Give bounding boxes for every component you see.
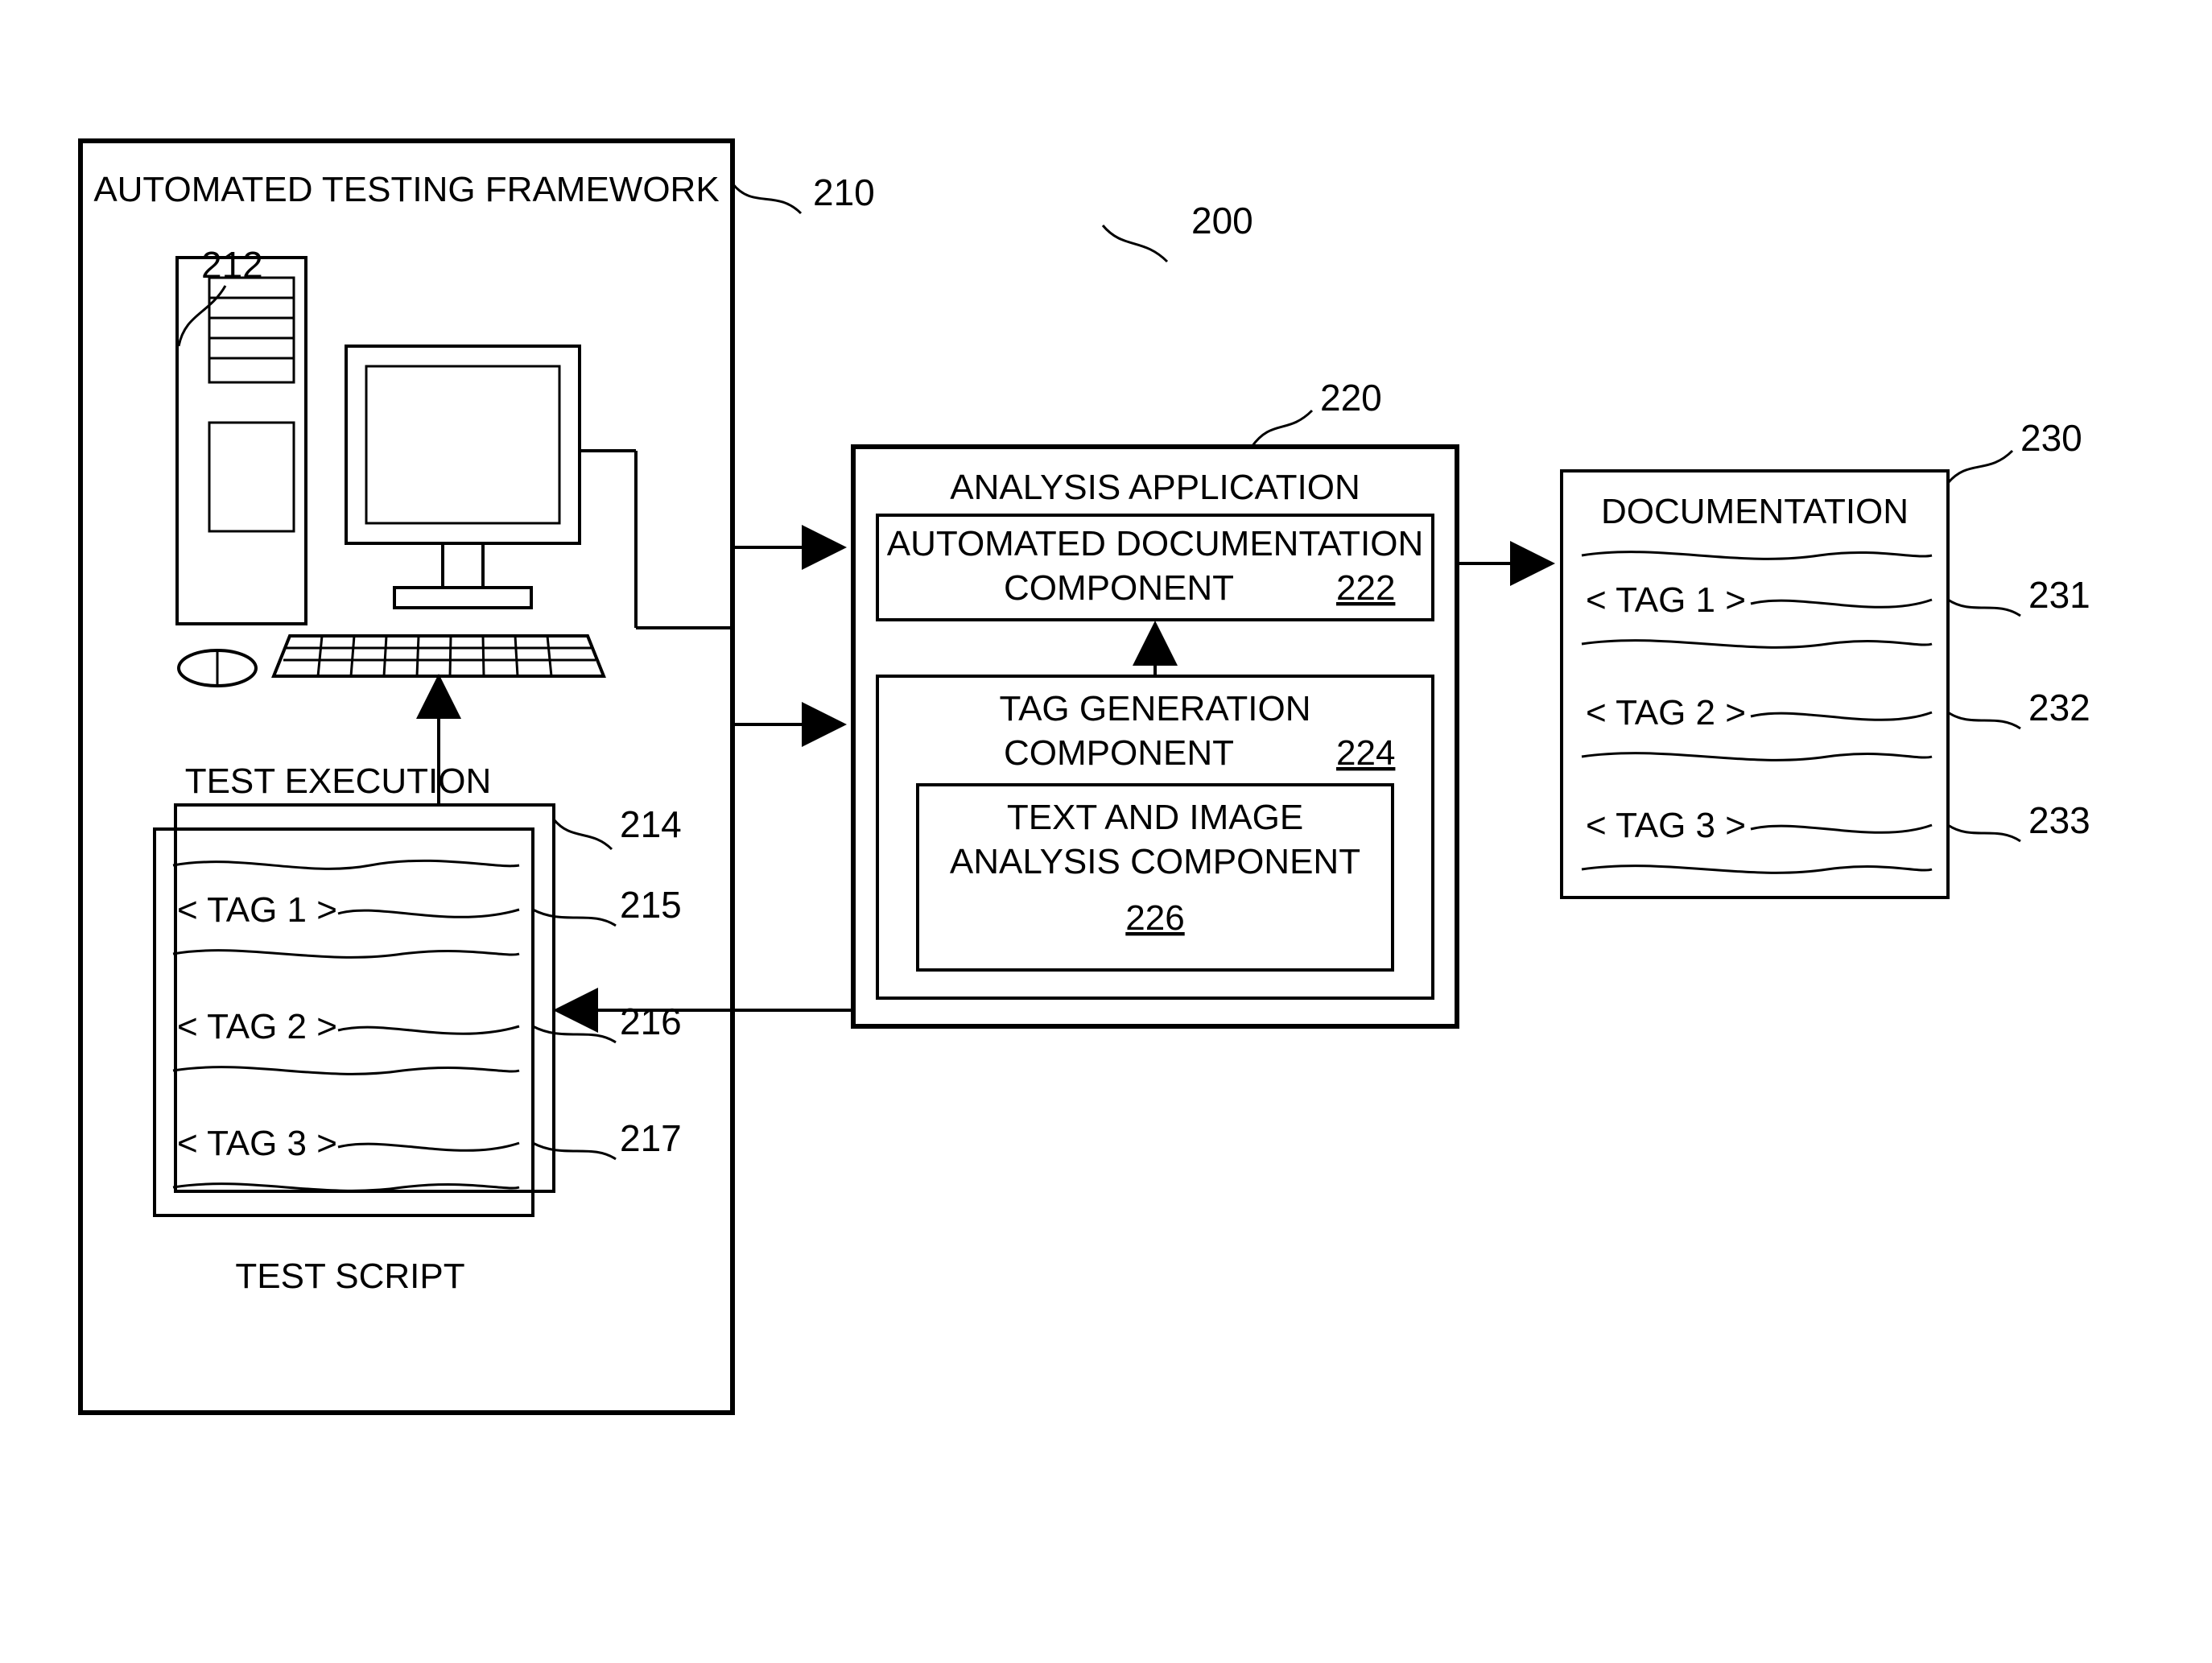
test-execution-label: TEST EXECUTION [185,761,492,801]
ref-212: 212 [201,244,263,286]
test-script-label: TEST SCRIPT [235,1257,464,1296]
tia-line2: ANALYSIS COMPONENT [950,842,1360,881]
doc-tag2: < TAG 2 > [1586,693,1746,732]
ref-233: 233 [2028,799,2090,841]
tgc-line1: TAG GENERATION [999,689,1310,728]
ref-215: 215 [620,884,682,926]
documentation-title: DOCUMENTATION [1601,492,1909,531]
ref-231: 231 [2028,574,2090,616]
doc-tag3: < TAG 3 > [1586,806,1746,845]
ref-230: 230 [2020,417,2082,459]
ref-217: 217 [620,1117,682,1159]
ref-216: 216 [620,1001,682,1042]
ref-220: 220 [1320,377,1382,419]
ref-210: 210 [813,171,875,213]
framework-title: AUTOMATED TESTING FRAMEWORK [93,170,719,209]
ts-tag2: < TAG 2 > [177,1007,337,1046]
doc-tag1: < TAG 1 > [1586,580,1746,620]
ref-226: 226 [1125,898,1184,938]
tgc-line2: COMPONENT [1004,733,1234,773]
ref-214: 214 [620,803,682,845]
adc-line2: COMPONENT [1004,568,1234,608]
test-script-doc: < TAG 1 > < TAG 2 > < TAG 3 > [173,860,519,1191]
diagram-root: AUTOMATED TESTING FRAMEWORK 210 212 [0,0,2212,1663]
analysis-app-title: ANALYSIS APPLICATION [950,468,1360,507]
ts-tag1: < TAG 1 > [177,890,337,930]
ref-222: 222 [1336,568,1395,608]
ref-224: 224 [1336,733,1395,773]
documentation-doc: < TAG 1 > < TAG 2 > < TAG 3 > [1582,552,1932,873]
ts-tag3: < TAG 3 > [177,1124,337,1163]
computer-icon [177,258,604,686]
ref-200: 200 [1191,200,1253,241]
tia-line1: TEXT AND IMAGE [1007,798,1303,837]
ref-232: 232 [2028,687,2090,728]
adc-line1: AUTOMATED DOCUMENTATION [887,524,1424,563]
